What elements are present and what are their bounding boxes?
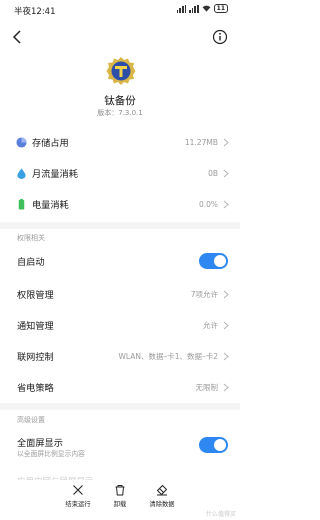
back-arrow-icon[interactable] <box>10 29 26 45</box>
permissions-section-title: 权限相关 <box>17 234 45 242</box>
network-control-label: 联网控制 <box>17 352 54 363</box>
fullscreen-toggle[interactable] <box>199 437 228 453</box>
data-usage-row[interactable]: 月流量消耗 0B <box>0 161 240 185</box>
power-saving-label: 省电策略 <box>17 383 54 394</box>
autostart-row: 自启动 <box>0 250 240 272</box>
network-control-value: WLAN、数据–卡1、数据–卡2 <box>118 351 218 361</box>
chevron-right-icon <box>223 169 229 177</box>
fullscreen-label: 全面屏显示 <box>17 438 63 449</box>
chevron-right-icon <box>223 352 229 360</box>
app-name: 钛备份 <box>104 95 136 107</box>
wifi-icon <box>202 5 211 12</box>
data-usage-value: 0B <box>208 168 218 178</box>
signal-icon <box>176 4 187 13</box>
permission-manage-label: 权限管理 <box>17 290 54 301</box>
notification-manage-value: 允许 <box>203 320 218 330</box>
advanced-section-title: 高级设置 <box>17 416 45 424</box>
eraser-icon <box>156 484 168 496</box>
storage-row[interactable]: 存储占用 11.27MB <box>0 130 240 154</box>
notification-manage-row[interactable]: 通知管理 允许 <box>0 314 240 336</box>
clear-data-button[interactable]: 清除数据 <box>137 484 187 508</box>
power-saving-row[interactable]: 省电策略 无限制 <box>0 376 240 398</box>
signal-icon-2 <box>189 4 199 13</box>
permission-manage-row[interactable]: 权限管理 7项允许 <box>0 283 240 305</box>
chevron-right-icon <box>223 290 229 298</box>
power-saving-value: 无限制 <box>195 382 219 392</box>
chevron-right-icon <box>223 138 229 146</box>
trash-icon <box>115 485 125 496</box>
watermark: 什么值得买 <box>205 511 236 518</box>
app-logo-icon <box>106 57 136 85</box>
status-time: 半夜12:41 <box>14 7 56 17</box>
fullscreen-subtext: 以全面屏比例显示内容 <box>17 450 85 458</box>
pie-chart-icon <box>16 136 27 148</box>
storage-label: 存储占用 <box>32 138 69 149</box>
bottom-action-bar: 结束运行 卸载 清除数据 <box>0 480 240 520</box>
chevron-right-icon <box>223 383 229 391</box>
autostart-label: 自启动 <box>17 257 45 268</box>
battery-usage-label: 电量消耗 <box>32 200 69 211</box>
chevron-right-icon <box>223 321 229 329</box>
permission-manage-value: 7项允许 <box>190 289 218 299</box>
battery-icon: 11 <box>213 4 228 13</box>
clear-data-label: 清除数据 <box>149 501 175 508</box>
battery-usage-value: 0.0% <box>198 199 218 209</box>
storage-value: 11.27MB <box>184 137 218 147</box>
battery-usage-row[interactable]: 电量消耗 0.0% <box>0 192 240 216</box>
network-control-row[interactable]: 联网控制 WLAN、数据–卡1、数据–卡2 <box>0 345 240 367</box>
chevron-right-icon <box>223 200 229 208</box>
water-drop-icon <box>17 167 26 179</box>
notification-manage-label: 通知管理 <box>17 321 54 332</box>
battery-icon <box>18 198 25 210</box>
data-usage-label: 月流量消耗 <box>32 169 78 180</box>
info-icon[interactable] <box>212 29 228 45</box>
section-divider <box>0 403 240 410</box>
app-version: 版本：7.3.0.1 <box>97 109 143 117</box>
top-nav <box>0 26 240 50</box>
section-divider <box>0 222 240 229</box>
close-icon <box>73 485 83 495</box>
status-bar: 半夜12:41 11 <box>0 0 240 20</box>
autostart-toggle[interactable] <box>199 253 228 269</box>
